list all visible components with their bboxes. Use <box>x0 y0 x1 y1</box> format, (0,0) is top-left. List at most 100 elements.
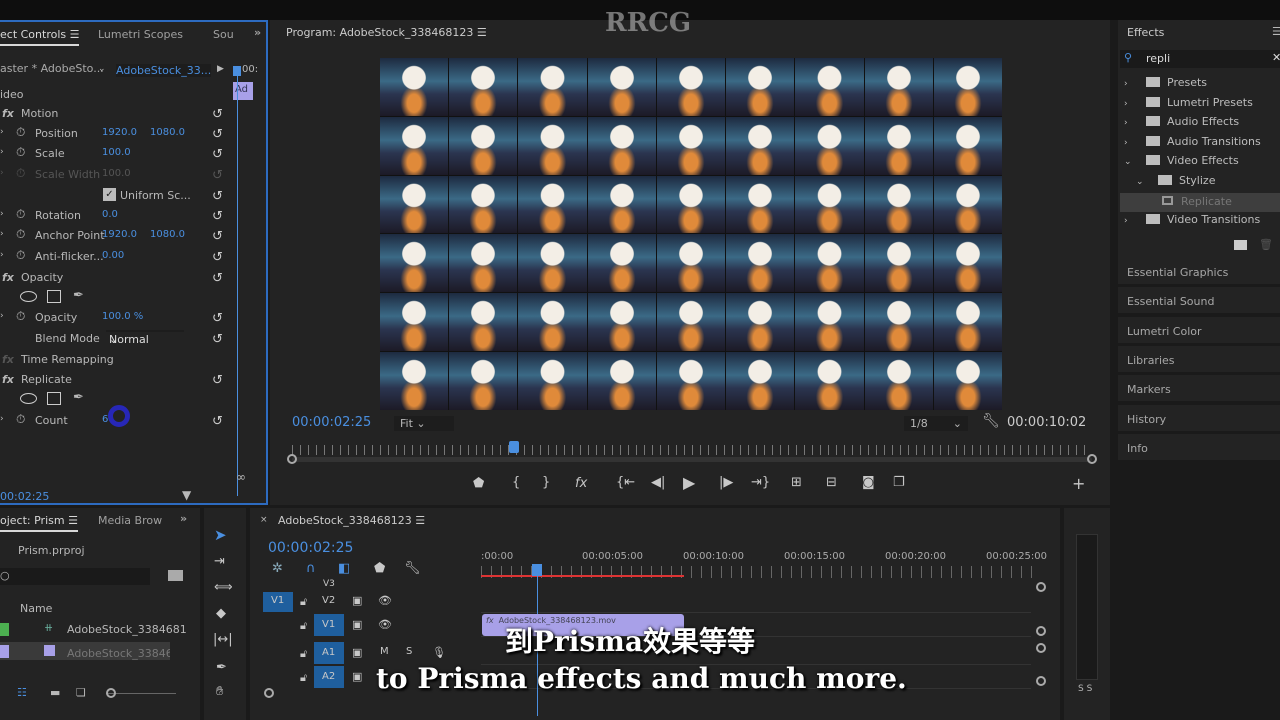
microphone-icon[interactable]: 🎙︎ <box>432 646 446 659</box>
chevron-right-icon[interactable]: › <box>1124 138 1146 148</box>
source-patch-v1[interactable]: V1 <box>263 592 293 612</box>
eye-icon[interactable]: 👁︎ <box>378 618 392 631</box>
rectangle-mask-icon[interactable] <box>47 290 61 303</box>
go-to-out-button[interactable]: ⇥} <box>751 475 770 490</box>
effect-row[interactable]: › ⏱︎ Anti-flicker... 0.00 ↺ <box>0 247 232 267</box>
clear-search-icon[interactable]: ✕ <box>1272 51 1280 64</box>
scroll-handle-left[interactable] <box>287 454 297 464</box>
reset-icon[interactable]: ↺ <box>212 311 223 326</box>
sync-lock-icon[interactable]: ▣ <box>352 646 362 659</box>
panel-info[interactable]: Info <box>1118 433 1280 462</box>
stopwatch-icon[interactable]: ⏱︎ <box>16 166 25 181</box>
filter-icon[interactable]: ▼ <box>182 488 191 502</box>
effect-row[interactable]: fx Motion ↺ <box>0 104 232 124</box>
effect-row[interactable]: › ⏱︎ Position 1920.0 1080.0 ↺ <box>0 124 232 144</box>
effects-tree-item[interactable]: › Audio Transitions <box>1124 135 1261 148</box>
mini-playhead[interactable] <box>233 66 241 76</box>
property-value[interactable]: 1920.0 <box>102 127 137 138</box>
list-view-icon[interactable]: ☷ <box>17 686 27 699</box>
column-name[interactable]: Name <box>20 602 52 615</box>
tab-source[interactable]: Sou <box>213 28 234 41</box>
stopwatch-icon[interactable]: ⏱︎ <box>16 207 25 222</box>
sync-lock-icon[interactable]: ▣ <box>352 594 362 607</box>
chevron-right-icon[interactable]: › <box>1124 99 1146 109</box>
panel-history[interactable]: History <box>1118 404 1280 433</box>
timeline-playhead[interactable] <box>532 564 542 576</box>
fx-icon[interactable]: fx <box>575 476 587 491</box>
effects-tree-item[interactable]: › Lumetri Presets <box>1124 96 1253 109</box>
vertical-scroll-handle[interactable] <box>1036 643 1046 653</box>
solo-button[interactable]: S <box>406 646 412 657</box>
list-item[interactable]: AdobeStock_3384681 <box>0 642 170 660</box>
effect-row[interactable]: › ⏱︎ Rotation 0.0 ↺ <box>0 206 232 226</box>
effects-tree-item[interactable]: ⌄ Stylize <box>1124 174 1215 187</box>
zoom-slider-handle[interactable] <box>106 688 116 698</box>
effects-search-input[interactable]: ⚲ repli ✕ <box>1120 50 1280 68</box>
fx-toggle-icon[interactable]: fx <box>2 353 14 366</box>
mark-in-button[interactable]: { <box>512 475 520 490</box>
loop-icon[interactable]: ∞ <box>236 470 246 484</box>
resolution-select[interactable]: 1/8 ⌄ <box>904 416 968 431</box>
effect-row[interactable]: › ⏱︎ Scale Width 100.0 ↺ <box>0 165 232 185</box>
effects-tree-item[interactable]: › Audio Effects <box>1124 115 1239 128</box>
vertical-scroll-handle[interactable] <box>1036 626 1046 636</box>
sync-lock-icon[interactable]: ▣ <box>352 618 362 631</box>
icon-view-icon[interactable]: ▬ <box>50 686 60 699</box>
panel-lumetri-color[interactable]: Lumetri Color <box>1118 316 1280 345</box>
reset-icon[interactable]: ↺ <box>212 107 223 122</box>
chevron-down-icon[interactable]: ⌄ <box>98 64 106 74</box>
vertical-scroll-handle[interactable] <box>1036 676 1046 686</box>
tab-media-browser[interactable]: Media Brow <box>98 514 162 527</box>
effect-row[interactable]: › ⏱︎ Opacity 100.0 % ↺ <box>0 308 232 328</box>
reset-icon[interactable]: ↺ <box>212 250 223 265</box>
sequence-tab[interactable]: AdobeStock_338468123 ☰ <box>278 514 425 527</box>
linked-selection-icon[interactable]: ◧ <box>338 561 350 576</box>
track-v2[interactable]: V2 <box>314 590 344 612</box>
chevron-right-icon[interactable]: › <box>1124 79 1146 89</box>
effect-row[interactable]: › ⏱︎ Anchor Point 1920.0 1080.0 ↺ <box>0 226 232 246</box>
add-button[interactable]: + <box>1072 474 1085 493</box>
property-value[interactable]: 100.0 <box>102 147 131 158</box>
lock-icon[interactable]: 🔓︎ <box>300 619 307 633</box>
reset-icon[interactable]: ↺ <box>212 229 223 244</box>
play-button[interactable]: ▶︎ <box>683 473 695 492</box>
freeform-view-icon[interactable]: ❏ <box>76 686 86 699</box>
scroll-handle-right[interactable] <box>1087 454 1097 464</box>
mute-button[interactable]: M <box>380 646 389 657</box>
panel-markers[interactable]: Markers <box>1118 375 1280 404</box>
effect-row[interactable]: ✒ <box>0 288 232 308</box>
snap-icon[interactable]: ∩ <box>306 561 316 576</box>
compare-view-button[interactable]: ❐ <box>893 475 905 490</box>
track-a1[interactable]: A1 <box>314 642 344 664</box>
slip-tool[interactable]: |↔| <box>213 632 233 647</box>
expand-icon[interactable]: › <box>0 209 4 219</box>
stopwatch-icon[interactable]: ⏱︎ <box>16 125 25 140</box>
mini-clip[interactable]: Ad <box>233 82 253 100</box>
zoom-select[interactable]: Fit ⌄ <box>394 416 454 431</box>
pen-tool[interactable]: ✒ <box>216 660 227 675</box>
chevron-down-icon[interactable]: ⌄ <box>1124 157 1146 167</box>
chevron-down-icon[interactable]: ⌄ <box>1136 177 1158 187</box>
track-a2[interactable]: A2 <box>314 666 344 688</box>
reset-icon[interactable]: ↺ <box>212 147 223 162</box>
stopwatch-icon[interactable]: ⏱︎ <box>16 227 25 242</box>
property-value[interactable]: 0.0 <box>102 209 118 220</box>
timeline-timecode[interactable]: 00:00:02:25 <box>268 540 353 556</box>
lift-button[interactable]: ⊞ <box>791 475 802 490</box>
tab-lumetri-scopes[interactable]: Lumetri Scopes <box>98 28 183 41</box>
stopwatch-icon[interactable]: ⏱︎ <box>16 248 25 263</box>
effects-tree-item[interactable]: › Video Transitions <box>1124 213 1260 226</box>
trash-icon[interactable]: 🗑︎ <box>1259 238 1273 251</box>
clip-selector[interactable]: AdobeStock_33... <box>116 64 212 77</box>
chevron-right-icon[interactable]: › <box>1124 118 1146 128</box>
sync-lock-icon[interactable]: ▣ <box>352 670 362 683</box>
stopwatch-icon[interactable]: ⏱︎ <box>16 412 25 427</box>
expand-icon[interactable]: › <box>0 127 4 137</box>
property-value-2[interactable]: 1080.0 <box>150 229 185 240</box>
expand-icon[interactable]: › <box>0 147 4 157</box>
rectangle-mask-icon[interactable] <box>47 392 61 405</box>
lock-icon[interactable]: 🔓︎ <box>300 647 307 661</box>
reset-icon[interactable]: ↺ <box>212 332 223 347</box>
panel-libraries[interactable]: Libraries <box>1118 345 1280 374</box>
reset-icon[interactable]: ↺ <box>212 414 223 429</box>
